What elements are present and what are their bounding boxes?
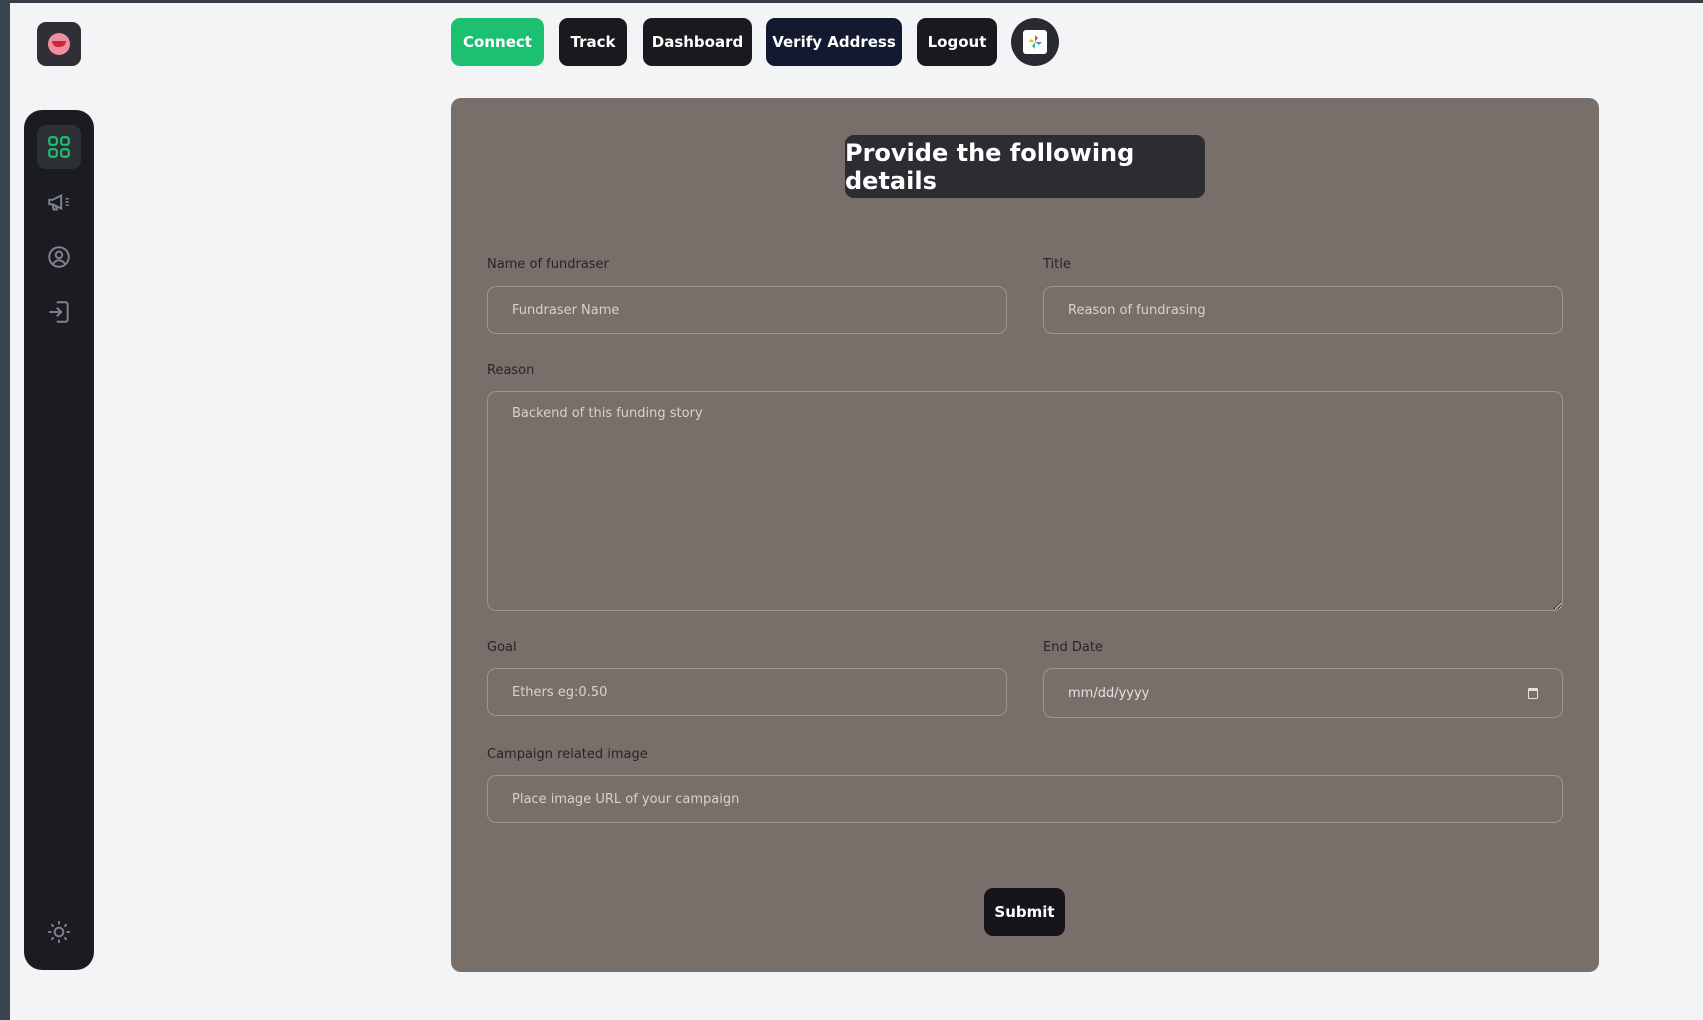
end-date-placeholder: mm/dd/yyyy	[1068, 685, 1150, 701]
window-left-edge	[0, 0, 10, 1020]
title-input[interactable]	[1043, 286, 1563, 334]
dashboard-button[interactable]: Dashboard	[643, 18, 752, 66]
sidebar	[24, 110, 94, 970]
reason-textarea[interactable]	[487, 391, 1563, 611]
theme-toggle[interactable]	[37, 910, 81, 954]
login-icon	[49, 301, 69, 323]
sidebar-item-withdraw[interactable]	[37, 290, 81, 334]
track-button[interactable]: Track	[559, 18, 627, 66]
grid-icon	[48, 136, 70, 158]
sidebar-item-campaign[interactable]	[37, 180, 81, 224]
sidebar-item-profile[interactable]	[37, 235, 81, 279]
calendar-icon[interactable]	[1528, 687, 1538, 699]
top-nav: Connect Track Dashboard Verify Address L…	[0, 18, 1703, 66]
image-label: Campaign related image	[487, 747, 648, 762]
megaphone-icon	[48, 193, 69, 211]
create-campaign-form: Provide the following details Name of fu…	[451, 98, 1599, 972]
end-date-input[interactable]: mm/dd/yyyy	[1043, 668, 1563, 718]
window-top-border	[0, 0, 1703, 3]
form-title: Provide the following details	[845, 135, 1205, 198]
sun-icon	[48, 921, 70, 943]
profile-avatar[interactable]	[1011, 18, 1059, 66]
campaign-image-url-input[interactable]	[487, 775, 1563, 823]
sidebar-item-dashboard[interactable]	[37, 125, 81, 169]
submit-button[interactable]: Submit	[984, 888, 1065, 936]
name-label: Name of fundraser	[487, 257, 609, 272]
goal-input[interactable]	[487, 668, 1007, 716]
user-circle-icon	[48, 246, 70, 268]
end-date-label: End Date	[1043, 640, 1103, 655]
title-label: Title	[1043, 257, 1071, 272]
pinwheel-icon	[1028, 35, 1042, 49]
verify-address-button[interactable]: Verify Address	[766, 18, 902, 66]
reason-label: Reason	[487, 363, 535, 378]
fundraiser-name-input[interactable]	[487, 286, 1007, 334]
goal-label: Goal	[487, 640, 517, 655]
logout-button[interactable]: Logout	[917, 18, 997, 66]
connect-button[interactable]: Connect	[451, 18, 544, 66]
